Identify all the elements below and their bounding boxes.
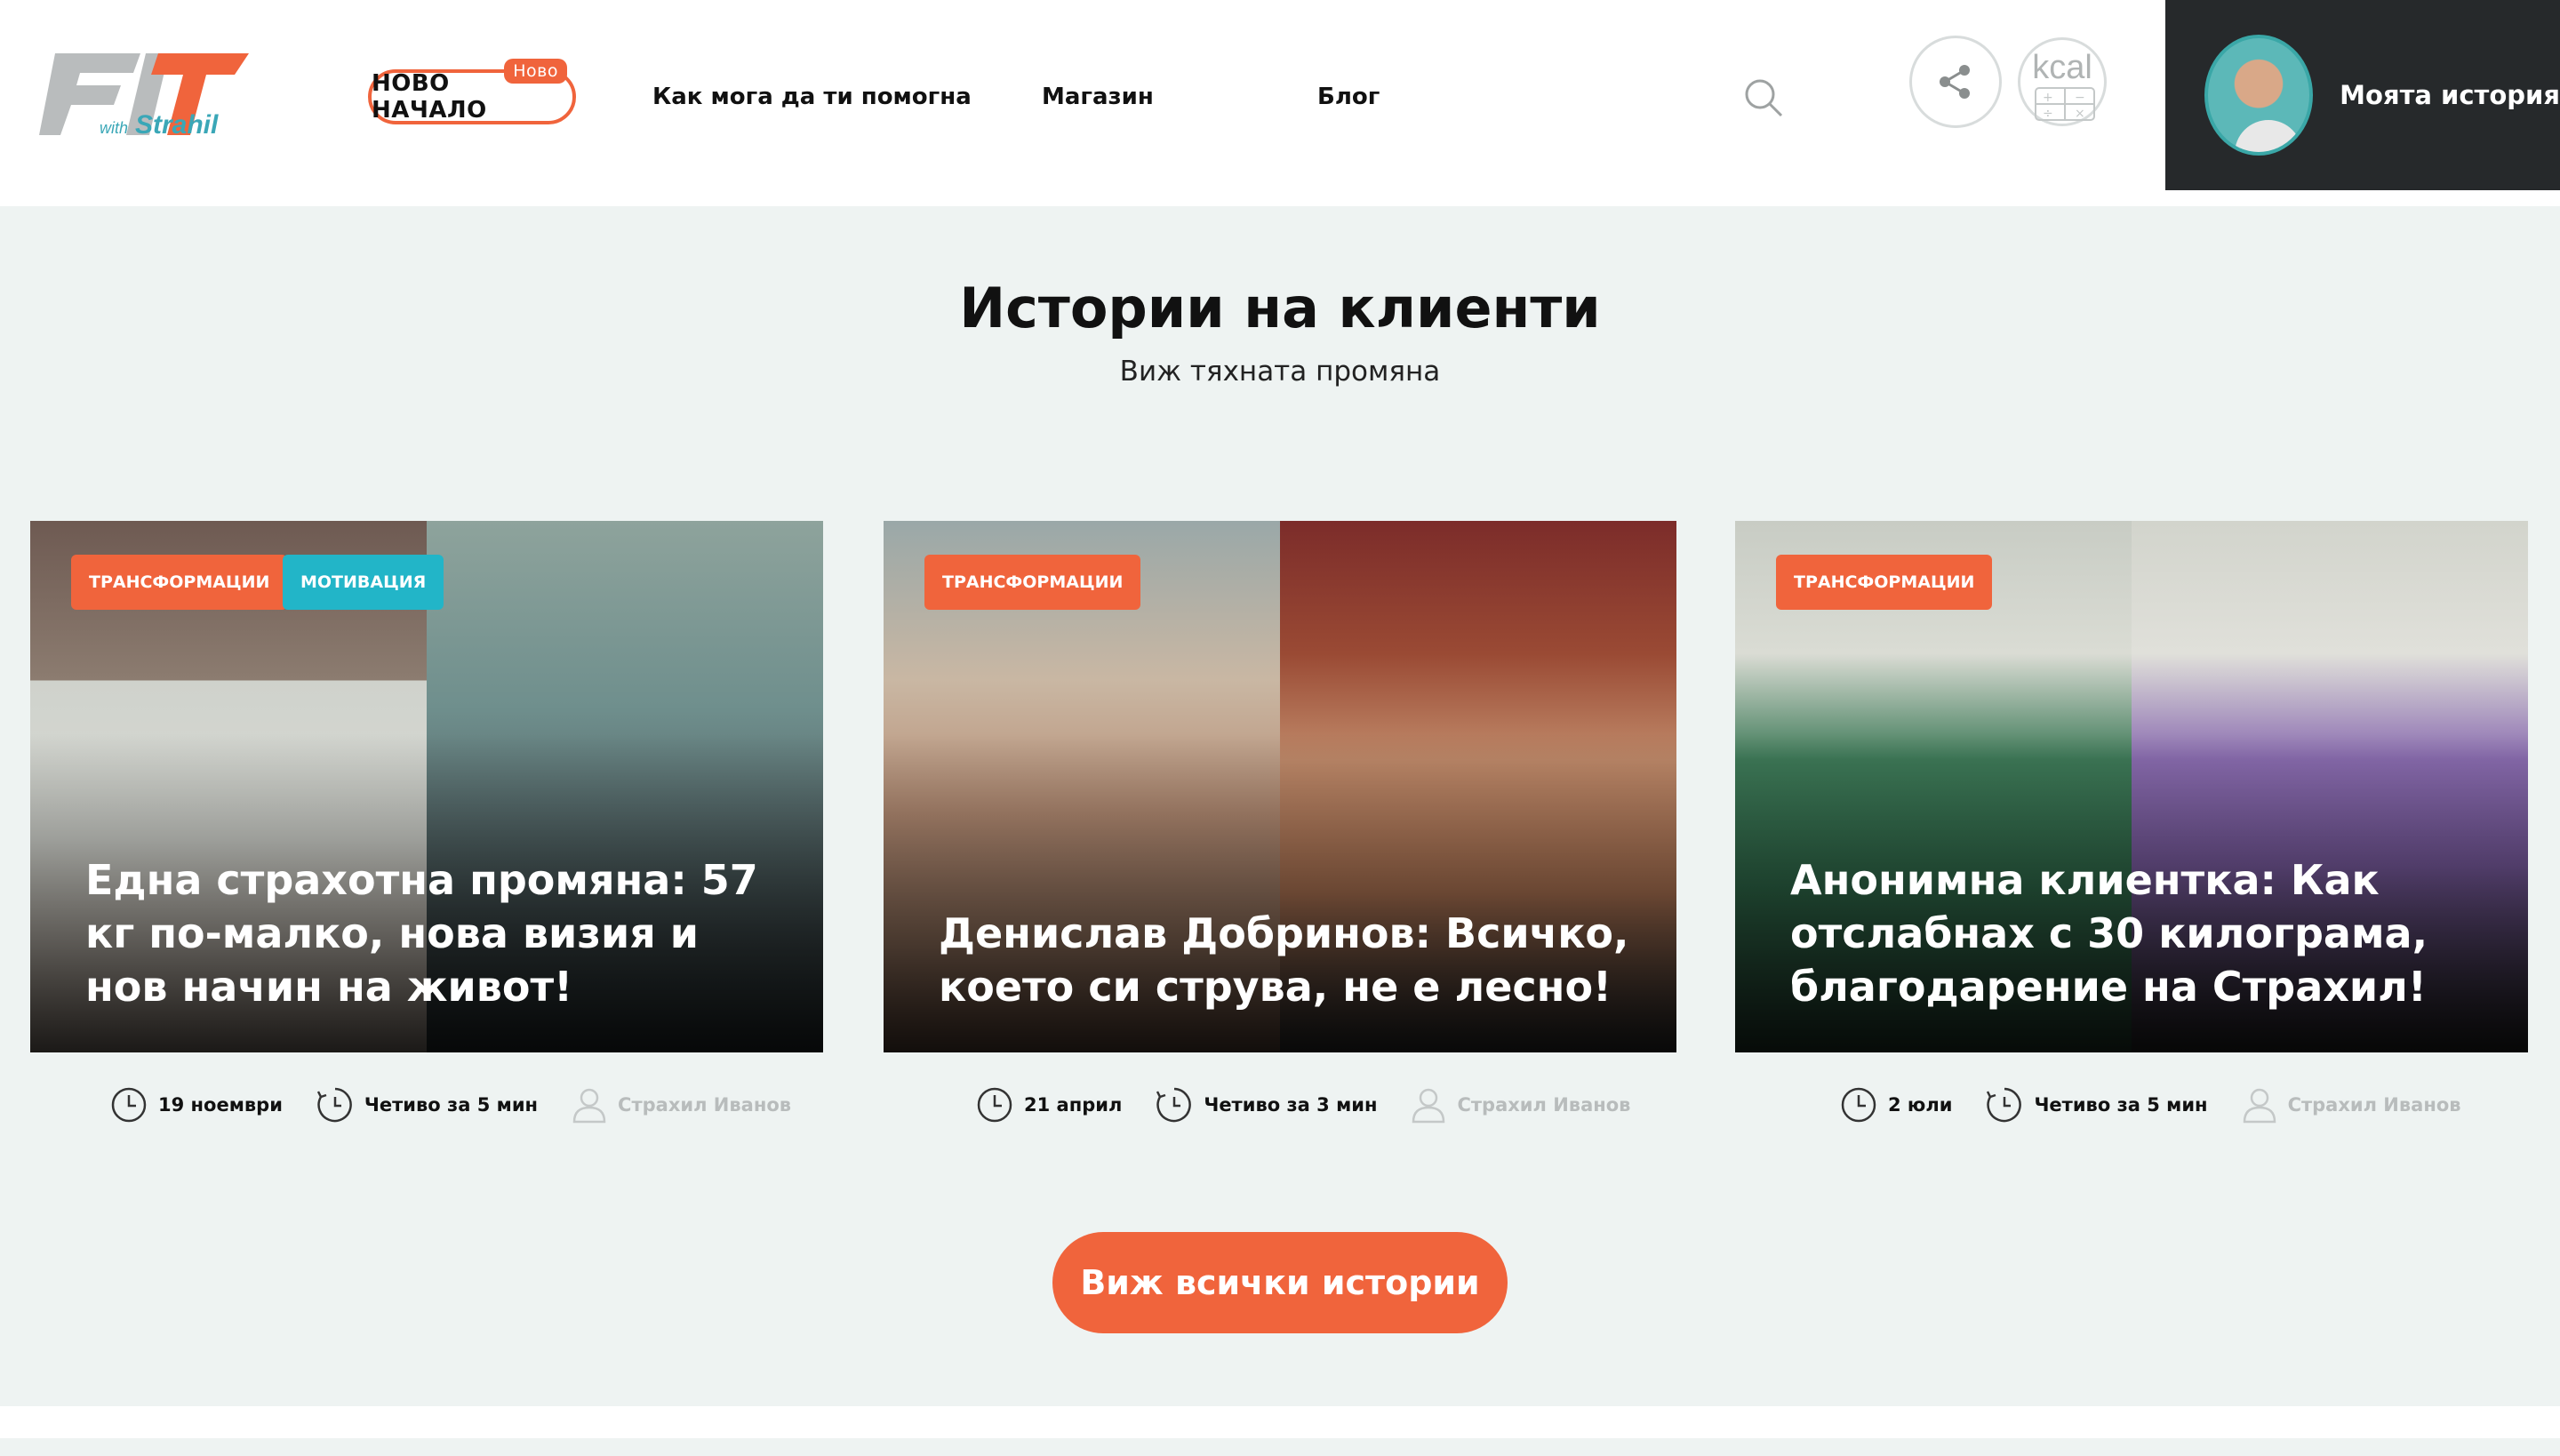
share-button[interactable]	[1909, 36, 2002, 128]
tag-transformations[interactable]: ТРАНСФОРМАЦИИ	[1776, 555, 1993, 610]
read-time-icon	[1156, 1087, 1192, 1123]
author-item[interactable]: Страхил Иванов	[1411, 1086, 1630, 1124]
read-time-icon	[316, 1087, 352, 1123]
clock-icon	[977, 1087, 1012, 1123]
svg-text:−: −	[2075, 91, 2085, 105]
svg-text:with: with	[100, 119, 128, 137]
kcal-calculator-button[interactable]: kcal + − ÷ ×	[2018, 37, 2107, 126]
kcal-label: kcal	[2032, 49, 2092, 86]
user-icon	[1412, 1088, 1445, 1124]
new-badge: Ново	[504, 59, 567, 84]
story-card[interactable]: ТРАНСФОРМАЦИИ Денислав Добринов: Всичко,…	[884, 521, 1676, 1052]
user-icon	[2243, 1088, 2276, 1124]
search-icon[interactable]	[1742, 76, 1785, 119]
story-card[interactable]: ТРАНСФОРМАЦИИ МОТИВАЦИЯ Една страхотна п…	[30, 521, 823, 1052]
read-time-item: Четиво за 3 мин	[1156, 1086, 1377, 1124]
fit-logo-icon: with Strahil	[39, 53, 249, 140]
story-date: 2 юли	[1888, 1094, 1953, 1116]
calculator-icon: + − ÷ ×	[2035, 87, 2095, 121]
svg-text:÷: ÷	[2043, 107, 2053, 121]
tag-transformations[interactable]: ТРАНСФОРМАЦИИ	[924, 555, 1141, 610]
read-time-item: Четиво за 5 мин	[316, 1086, 538, 1124]
section-title: Истории на клиенти	[959, 276, 1601, 340]
section-subtitle: Виж тяхната промяна	[1119, 356, 1441, 388]
story-title[interactable]: Една страхотна промяна: 57 кг по-малко, …	[85, 853, 788, 1013]
svg-text:×: ×	[2075, 107, 2085, 121]
story-date: 21 април	[1024, 1094, 1123, 1116]
story-date: 19 ноември	[158, 1094, 283, 1116]
user-icon	[572, 1088, 606, 1124]
view-all-stories-button[interactable]: Виж всички истории	[1052, 1232, 1508, 1333]
my-story-button[interactable]: Моята история	[2165, 0, 2560, 190]
date-item: 21 април	[976, 1086, 1122, 1124]
tag-motivation[interactable]: МОТИВАЦИЯ	[283, 555, 444, 610]
clock-icon	[111, 1087, 147, 1123]
date-item: 19 ноември	[110, 1086, 283, 1124]
story-meta: 19 ноември Четиво за 5 мин Страхил Ивано…	[110, 1086, 825, 1124]
read-time-item: Четиво за 5 мин	[1986, 1086, 2208, 1124]
date-item: 2 юли	[1840, 1086, 1952, 1124]
story-author[interactable]: Страхил Иванов	[2288, 1094, 2461, 1116]
nav-blog[interactable]: Блог	[1317, 84, 1380, 110]
avatar	[2204, 35, 2314, 156]
author-item[interactable]: Страхил Иванов	[572, 1086, 791, 1124]
site-header: with Strahil НОВО НАЧАЛО Ново Как мога д…	[0, 0, 2560, 206]
story-read-time: Четиво за 3 мин	[1204, 1094, 1378, 1116]
story-title[interactable]: Денислав Добринов: Всичко, което си стру…	[939, 907, 1641, 1013]
nav-shop[interactable]: Магазин	[1042, 84, 1154, 110]
story-title[interactable]: Анонимна клиентка: Как отслабнах с 30 ки…	[1790, 853, 2492, 1013]
my-story-label: Моята история	[2340, 80, 2560, 110]
nav-how-can-i-help[interactable]: Как мога да ти помогна	[652, 84, 972, 110]
logo[interactable]: with Strahil	[36, 36, 249, 151]
story-read-time: Четиво за 5 мин	[2034, 1094, 2208, 1116]
svg-text:Strahil: Strahil	[135, 110, 219, 140]
story-author[interactable]: Страхил Иванов	[1457, 1094, 1630, 1116]
story-meta: 21 април Четиво за 3 мин Страхил Иванов	[976, 1086, 1664, 1124]
story-meta: 2 юли Четиво за 5 мин Страхил Иванов	[1840, 1086, 2495, 1124]
svg-text:+: +	[2043, 91, 2053, 105]
story-read-time: Четиво за 5 мин	[364, 1094, 539, 1116]
nav-new-start[interactable]: НОВО НАЧАЛО Ново	[368, 59, 576, 124]
story-author[interactable]: Страхил Иванов	[618, 1094, 791, 1116]
read-time-icon	[1987, 1087, 2022, 1123]
next-section-edge-lower	[0, 1438, 2560, 1456]
author-item[interactable]: Страхил Иванов	[2242, 1086, 2461, 1124]
tag-transformations[interactable]: ТРАНСФОРМАЦИИ	[71, 555, 288, 610]
story-card[interactable]: ТРАНСФОРМАЦИИ Анонимна клиентка: Как отс…	[1735, 521, 2528, 1052]
clock-icon	[1841, 1087, 1876, 1123]
share-icon	[1940, 65, 1970, 99]
